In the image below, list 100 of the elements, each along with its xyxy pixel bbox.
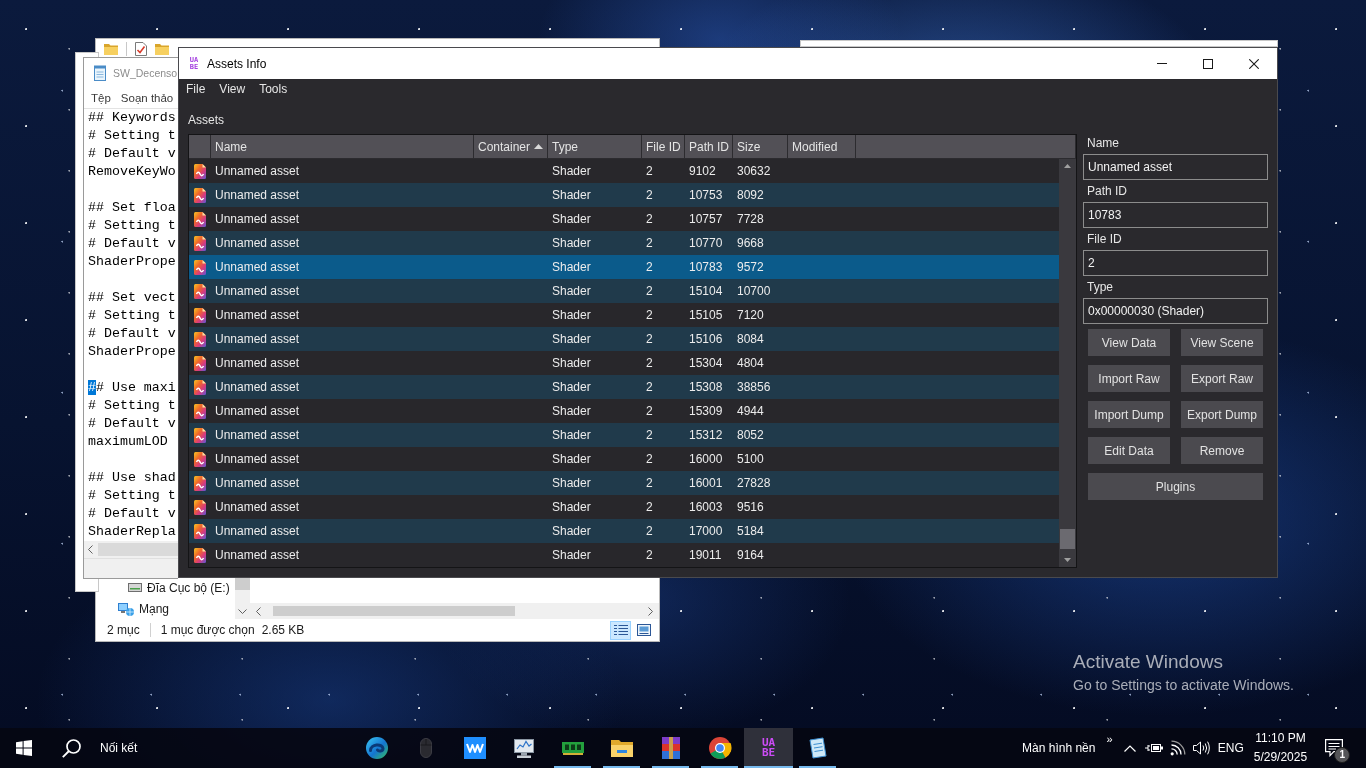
table-cell-text: 9516 (736, 499, 765, 516)
shader-file-icon (194, 235, 206, 251)
shader-file-icon (194, 499, 206, 515)
text-field[interactable]: 2 (1083, 250, 1268, 276)
desktop-toolbar-button[interactable]: Màn hình nền (1016, 728, 1102, 768)
clock-date[interactable]: 5/29/2025 (1253, 751, 1308, 764)
table-cell-text: 16003 (688, 499, 724, 516)
details-view-button[interactable] (610, 620, 631, 640)
table-cell-text: 38856 (736, 379, 772, 396)
table-row[interactable]: Unnamed asset Shader 2 15104 10700 (189, 279, 1059, 303)
table-cell-text: 10770 (688, 235, 724, 252)
shader-file-icon (194, 163, 206, 179)
waveform-icon (462, 736, 487, 760)
clock-time[interactable]: 11:10 PM (1255, 732, 1306, 745)
vertical-scrollbar[interactable] (1059, 159, 1076, 567)
menu-item[interactable]: View (212, 79, 253, 99)
text-line: # Default v (88, 145, 176, 163)
table-row[interactable]: Unnamed asset Shader 2 10753 8092 (189, 183, 1059, 207)
notification-button[interactable]: 1 (1312, 728, 1356, 768)
table-row[interactable]: Unnamed asset Shader 2 15106 8084 (189, 327, 1059, 351)
shader-file-icon (194, 259, 206, 275)
scrollbar-thumb[interactable] (273, 606, 515, 616)
horizontal-scrollbar[interactable] (84, 541, 178, 558)
table-cell-text: Unnamed asset (214, 451, 301, 468)
panel-button[interactable]: View Data (1088, 329, 1170, 356)
nav-item[interactable]: Mạng (96, 598, 170, 619)
table-row[interactable]: Unnamed asset Shader 2 15308 38856 (189, 375, 1059, 399)
status-text: 1 mục được chọn (160, 623, 255, 637)
table-cell-text: 19011 (688, 547, 723, 564)
table-cell-text: Shader (551, 379, 592, 396)
shader-file-icon (194, 331, 206, 347)
activation-title: Activate Windows (1073, 651, 1223, 673)
table-cell-text: Unnamed asset (214, 475, 301, 492)
panel-button[interactable]: Import Raw (1088, 365, 1170, 392)
text-field[interactable]: 10783 (1083, 202, 1268, 228)
scroll-left-icon[interactable] (256, 606, 261, 616)
panel-button[interactable]: Export Raw (1181, 365, 1263, 392)
toolbar-overflow-button[interactable]: » (1101, 728, 1118, 768)
scroll-down-icon[interactable] (1064, 558, 1071, 562)
nav-item[interactable]: Đĩa Cục bộ (E:) (96, 577, 230, 598)
menu-item[interactable]: Tệp (91, 92, 111, 104)
table-cell-text: 2 (645, 331, 654, 348)
table-cell-text: 2 (645, 499, 654, 516)
table-cell-text: Shader (551, 475, 592, 492)
status-text: 2 mục (107, 623, 140, 637)
scroll-left-icon[interactable] (88, 545, 93, 554)
shader-file-icon (194, 187, 206, 203)
table-cell-text: 2 (645, 187, 654, 204)
menu-item[interactable]: Soạn thảo (120, 92, 174, 104)
table-cell-text: Shader (551, 307, 592, 324)
menu-item[interactable]: File (179, 79, 213, 99)
text-line: ShaderPrope (88, 253, 176, 271)
panel-button[interactable]: Plugins (1088, 473, 1263, 500)
scrollbar-thumb[interactable] (98, 543, 178, 556)
text-line: # Default v (88, 325, 176, 343)
scroll-up-icon[interactable] (1064, 164, 1071, 168)
drive-icon (128, 583, 142, 592)
field-label: File ID (1087, 232, 1122, 246)
table-cell-text: 2 (645, 523, 654, 540)
scrollbar-thumb[interactable] (1060, 529, 1075, 549)
panel-button[interactable]: Import Dump (1088, 401, 1170, 428)
panel-button[interactable]: Export Dump (1181, 401, 1263, 428)
text-line: # Setting t (88, 397, 176, 415)
panel-button[interactable]: Remove (1181, 437, 1263, 464)
table-row[interactable]: Unnamed asset Shader 2 10770 9668 (189, 231, 1059, 255)
menu-item[interactable]: Tools (252, 79, 295, 99)
table-cell-text: 2 (645, 475, 654, 492)
table-cell-text: Unnamed asset (214, 331, 301, 348)
table-row[interactable]: Unnamed asset Shader 2 17000 5184 (189, 519, 1059, 543)
table-cell-text: Unnamed asset (214, 235, 301, 252)
language-button[interactable]: ENG (1212, 728, 1249, 768)
text-field[interactable]: Unnamed asset (1083, 154, 1268, 180)
shader-file-icon (194, 379, 206, 395)
swirl-globe-icon (364, 736, 389, 760)
text-field[interactable]: 0x00000030 (Shader) (1083, 298, 1268, 324)
scroll-right-icon[interactable] (648, 606, 653, 616)
network-icon (118, 601, 134, 616)
vertical-scrollbar[interactable] (235, 577, 250, 619)
table-cell-text: 8084 (736, 331, 765, 348)
table-cell-text: Shader (551, 283, 592, 300)
field-label: Path ID (1087, 184, 1128, 198)
table-cell-text: 2 (645, 451, 654, 468)
status-text: 2.65 KB (261, 623, 305, 637)
table-row[interactable]: Unnamed asset Shader 2 16001 27828 (189, 471, 1059, 495)
checkmark-document-icon[interactable] (135, 41, 147, 56)
table-cell-text: Unnamed asset (214, 355, 301, 372)
taskbar-app-button[interactable]: UA BE (744, 728, 793, 768)
links-toolbar-button[interactable]: Nối kết (94, 728, 142, 768)
table-cell-text: 2 (645, 283, 654, 300)
table-row[interactable]: Unnamed asset Shader 2 10783 9572 (189, 255, 1059, 279)
notification-badge: 1 (1334, 747, 1351, 763)
panel-button[interactable]: View Scene (1181, 329, 1263, 356)
panel-button[interactable]: Edit Data (1088, 437, 1170, 464)
wifi-icon (1170, 740, 1187, 756)
table-cell-text: Unnamed asset (214, 211, 301, 228)
scroll-down-icon[interactable] (238, 609, 247, 614)
table-cell-text: 2 (645, 211, 654, 228)
table-row[interactable]: Unnamed asset Shader 2 15312 8052 (189, 423, 1059, 447)
horizontal-scrollbar[interactable] (250, 603, 659, 619)
shader-file-icon (194, 403, 206, 419)
